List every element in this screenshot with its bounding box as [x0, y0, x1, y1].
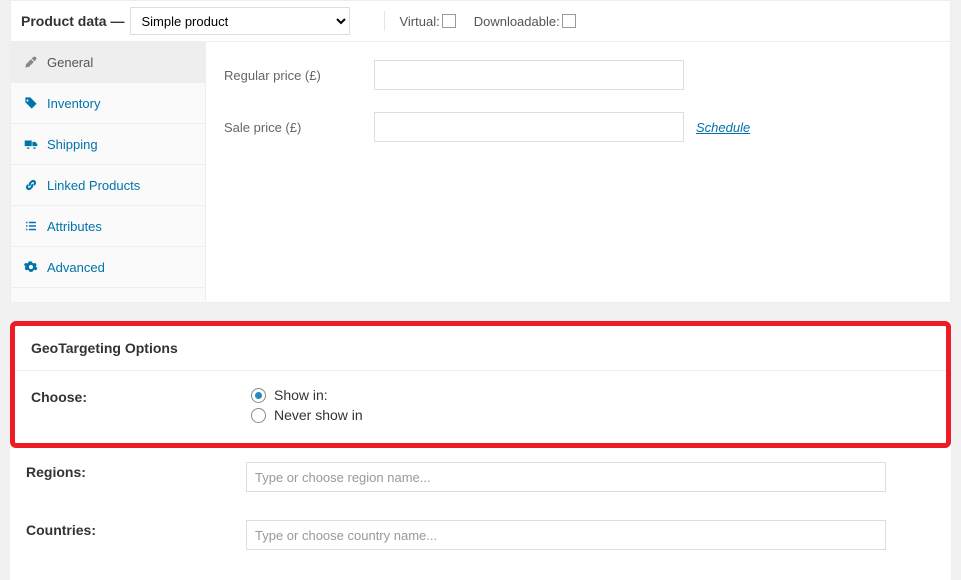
- link-icon: [23, 177, 39, 193]
- regular-price-input[interactable]: [374, 60, 684, 90]
- downloadable-checkbox[interactable]: [562, 14, 576, 28]
- regions-label: Regions:: [26, 462, 246, 480]
- sale-price-label: Sale price (£): [224, 120, 374, 135]
- tab-label: Attributes: [47, 219, 102, 234]
- product-data-panel: Product data — Simple product Virtual: D…: [10, 0, 951, 303]
- list-icon: [23, 218, 39, 234]
- countries-label: Countries:: [26, 520, 246, 538]
- tab-attributes[interactable]: Attributes: [11, 206, 205, 247]
- tab-advanced[interactable]: Advanced: [11, 247, 205, 288]
- schedule-link[interactable]: Schedule: [696, 120, 750, 135]
- never-show-radio[interactable]: [251, 408, 266, 423]
- geotargeting-highlight-box: GeoTargeting Options Choose: Show in: Ne…: [10, 321, 951, 448]
- truck-icon: [23, 136, 39, 152]
- virtual-checkbox[interactable]: [442, 14, 456, 28]
- sale-price-input[interactable]: [374, 112, 684, 142]
- show-in-radio-label: Show in:: [274, 387, 328, 403]
- tab-label: Advanced: [47, 260, 105, 275]
- choose-options: Show in: Never show in: [251, 387, 930, 427]
- tab-general[interactable]: General: [11, 42, 205, 83]
- downloadable-label: Downloadable:: [474, 14, 560, 29]
- product-data-header: Product data — Simple product Virtual: D…: [11, 1, 950, 42]
- regions-row: Regions: Type or choose region name...: [26, 448, 935, 506]
- product-data-tabs: General Inventory Shipping Linked Produc…: [11, 42, 206, 302]
- product-data-body: General Inventory Shipping Linked Produc…: [11, 42, 950, 302]
- show-in-option[interactable]: Show in:: [251, 387, 930, 403]
- virtual-label: Virtual:: [399, 14, 439, 29]
- tab-linked-products[interactable]: Linked Products: [11, 165, 205, 206]
- countries-input[interactable]: Type or choose country name...: [246, 520, 886, 550]
- tab-shipping[interactable]: Shipping: [11, 124, 205, 165]
- tab-inventory[interactable]: Inventory: [11, 83, 205, 124]
- regions-input[interactable]: Type or choose region name...: [246, 462, 886, 492]
- regular-price-label: Regular price (£): [224, 68, 374, 83]
- general-content: Regular price (£) Sale price (£) Schedul…: [206, 42, 950, 302]
- choose-label: Choose:: [31, 387, 251, 405]
- geotargeting-lower: Regions: Type or choose region name... C…: [10, 448, 951, 580]
- show-in-radio[interactable]: [251, 388, 266, 403]
- panel-gap: [0, 303, 961, 321]
- never-show-radio-label: Never show in: [274, 407, 363, 423]
- regular-price-row: Regular price (£): [224, 60, 950, 90]
- divider: [384, 11, 385, 31]
- geotargeting-panel: GeoTargeting Options Choose: Show in: Ne…: [10, 321, 951, 580]
- choose-row: Choose: Show in: Never show in: [15, 371, 946, 443]
- never-show-option[interactable]: Never show in: [251, 407, 930, 423]
- tab-label: Linked Products: [47, 178, 140, 193]
- gear-icon: [23, 259, 39, 275]
- tag-icon: [23, 95, 39, 111]
- tab-label: General: [47, 55, 93, 70]
- wrench-icon: [23, 54, 39, 70]
- product-type-select[interactable]: Simple product: [130, 7, 350, 35]
- sale-price-row: Sale price (£) Schedule: [224, 112, 950, 142]
- product-data-title: Product data —: [21, 13, 124, 29]
- countries-row: Countries: Type or choose country name..…: [26, 506, 935, 564]
- tab-label: Inventory: [47, 96, 100, 111]
- tab-label: Shipping: [47, 137, 98, 152]
- geotargeting-title: GeoTargeting Options: [15, 326, 946, 371]
